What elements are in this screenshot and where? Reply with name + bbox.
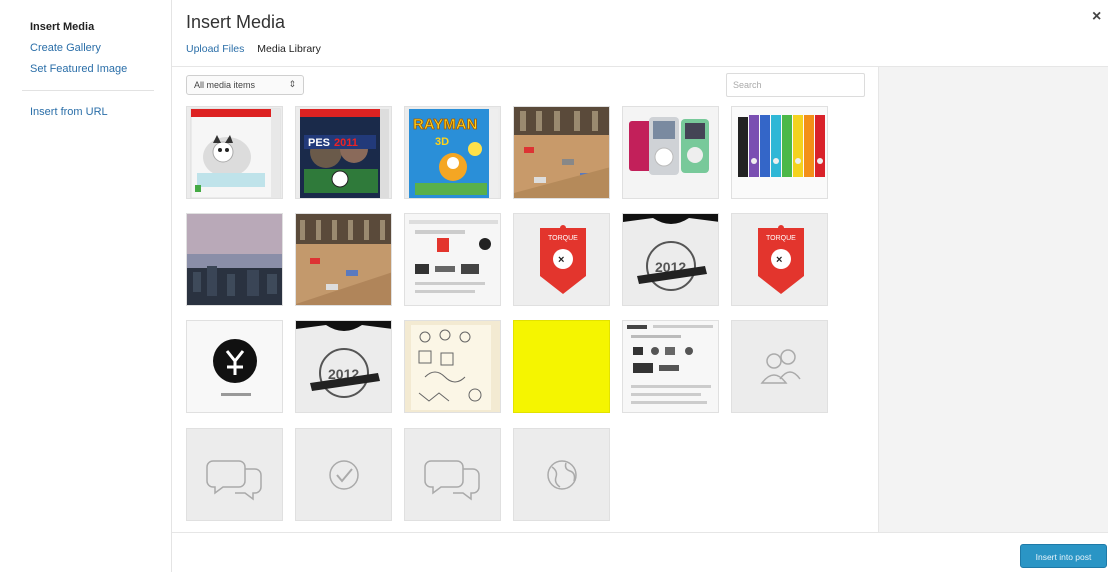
select-arrows-icon: ⇕: [288, 79, 296, 89]
tab-upload-files[interactable]: Upload Files: [186, 43, 244, 55]
sidebar-divider: [22, 90, 154, 91]
media-item-street-photo-2[interactable]: [295, 213, 392, 306]
media-item-tshirt-2[interactable]: 2012: [295, 320, 392, 413]
svg-text:×: ×: [776, 254, 782, 266]
media-item-people-icon[interactable]: [731, 320, 828, 413]
media-item-ipod-photo[interactable]: [622, 106, 719, 199]
sidebar-item-insert-from-url[interactable]: Insert from URL: [30, 106, 108, 118]
footer-divider: [172, 532, 1108, 533]
media-item-red-badge-2[interactable]: TORQUE ×: [731, 213, 828, 306]
close-icon[interactable]: ×: [1092, 8, 1106, 28]
badge-text: TORQUE: [548, 235, 578, 242]
media-item-tshirt[interactable]: 2012: [622, 213, 719, 306]
media-item-black-circle-logo[interactable]: [186, 320, 283, 413]
media-item-rayman-game[interactable]: RAYMAN 3D: [404, 106, 501, 199]
media-item-puppy-game[interactable]: [186, 106, 283, 199]
media-item-pes-game[interactable]: PES 2011: [295, 106, 392, 199]
media-item-chat-icon[interactable]: [186, 428, 283, 521]
badge-text: TORQUE: [766, 235, 796, 242]
svg-text:×: ×: [558, 254, 564, 266]
attachment-details-panel: [878, 67, 1108, 532]
media-item-globe-icon[interactable]: [513, 428, 610, 521]
media-sidebar: Insert Media Create Gallery Set Featured…: [0, 0, 172, 572]
svg-text:RAYMAN: RAYMAN: [413, 116, 477, 133]
media-item-city-dusk-photo[interactable]: [186, 213, 283, 306]
media-item-red-badge[interactable]: TORQUE ×: [513, 213, 610, 306]
media-item-chat-icon-2[interactable]: [404, 428, 501, 521]
tab-media-library[interactable]: Media Library: [257, 43, 321, 55]
media-filter-select[interactable]: All media items ⇕: [186, 75, 304, 95]
media-item-check-icon[interactable]: [295, 428, 392, 521]
media-item-street-photo[interactable]: [513, 106, 610, 199]
media-item-yellow-square[interactable]: [513, 320, 610, 413]
filter-selected-value: All media items: [194, 80, 256, 90]
search-input[interactable]: Search: [726, 73, 865, 97]
svg-text:3D: 3D: [435, 136, 449, 148]
svg-text:PES: PES: [308, 137, 330, 149]
sidebar-title: Insert Media: [30, 21, 95, 33]
media-item-screenshot-2[interactable]: [622, 320, 719, 413]
sidebar-item-set-featured-image[interactable]: Set Featured Image: [30, 63, 127, 75]
svg-text:2011: 2011: [334, 137, 358, 149]
page-title: Insert Media: [186, 12, 286, 32]
media-grid: PES 2011 RAYMAN 3D TORQUE × 2012 TORQUE …: [186, 106, 846, 526]
media-item-sketch-paper[interactable]: [404, 320, 501, 413]
media-item-screenshot[interactable]: [404, 213, 501, 306]
media-router: Upload Files Media Library: [186, 43, 331, 55]
sidebar-item-create-gallery[interactable]: Create Gallery: [30, 42, 101, 54]
insert-into-post-button[interactable]: Insert into post: [1020, 544, 1107, 568]
media-item-ipod-nano-photo[interactable]: [731, 106, 828, 199]
